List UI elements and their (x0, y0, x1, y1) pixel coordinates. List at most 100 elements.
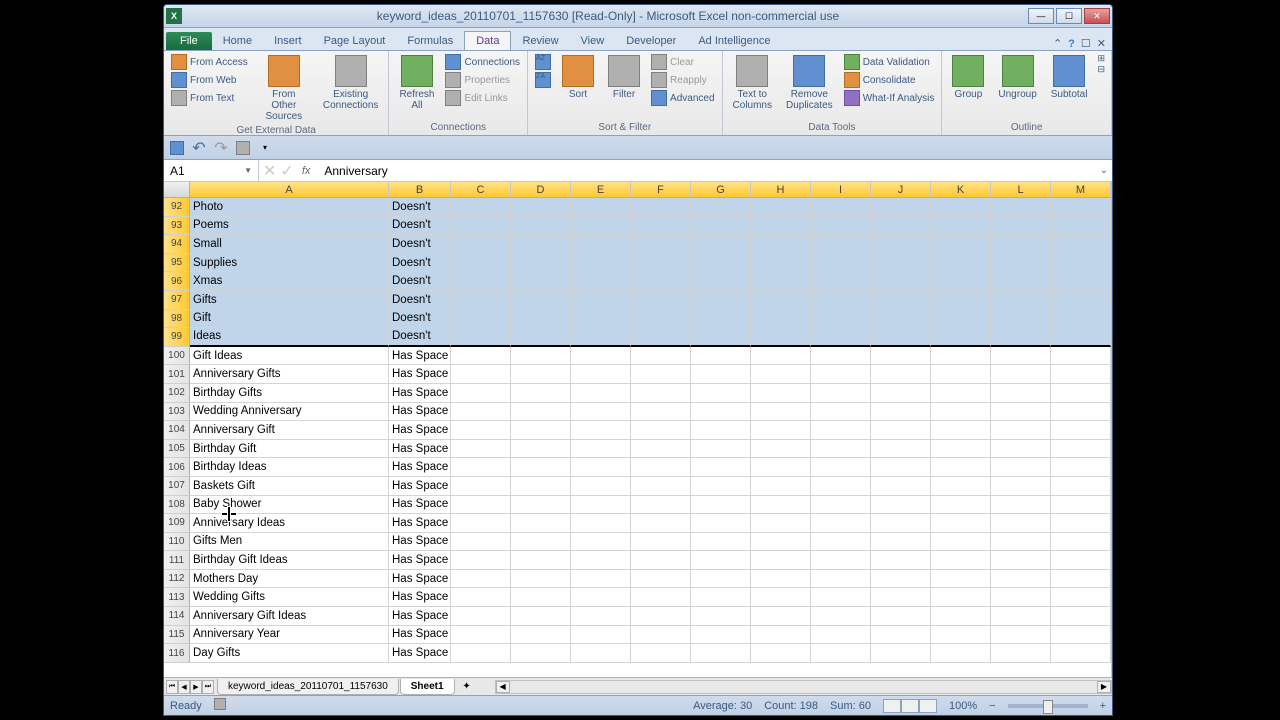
cell-K108[interactable] (931, 496, 991, 515)
cell-C116[interactable] (451, 644, 511, 663)
close-button[interactable]: ✕ (1084, 8, 1110, 24)
cell-H98[interactable] (751, 310, 811, 329)
cell-A116[interactable]: Day Gifts (190, 644, 389, 663)
cell-M107[interactable] (1051, 477, 1111, 496)
cell-A97[interactable]: Gifts (190, 291, 389, 310)
cell-F109[interactable] (631, 514, 691, 533)
cell-B97[interactable]: Doesn't (389, 291, 451, 310)
tab-developer[interactable]: Developer (615, 32, 687, 50)
from-other-sources-button[interactable]: From Other Sources (253, 53, 315, 124)
cell-L101[interactable] (991, 365, 1051, 384)
tab-insert[interactable]: Insert (263, 32, 313, 50)
cell-L98[interactable] (991, 310, 1051, 329)
cell-I103[interactable] (811, 403, 871, 422)
cell-F115[interactable] (631, 626, 691, 645)
cell-C92[interactable] (451, 198, 511, 217)
row-header-103[interactable]: 103 (164, 403, 190, 422)
cell-H93[interactable] (751, 217, 811, 236)
cell-A92[interactable]: Photo (190, 198, 389, 217)
cell-B93[interactable]: Doesn't (389, 217, 451, 236)
cell-F100[interactable] (631, 347, 691, 366)
cell-H104[interactable] (751, 421, 811, 440)
hscroll-left-icon[interactable]: ◀ (496, 681, 510, 693)
cell-M94[interactable] (1051, 235, 1111, 254)
cell-M104[interactable] (1051, 421, 1111, 440)
cell-J114[interactable] (871, 607, 931, 626)
view-layout-button[interactable] (901, 699, 919, 713)
cell-M106[interactable] (1051, 458, 1111, 477)
cell-J94[interactable] (871, 235, 931, 254)
cell-B106[interactable]: Has Space (389, 458, 451, 477)
cell-M96[interactable] (1051, 272, 1111, 291)
cell-L99[interactable] (991, 328, 1051, 347)
cell-H96[interactable] (751, 272, 811, 291)
cell-G105[interactable] (691, 440, 751, 459)
consolidate-button[interactable]: Consolidate (841, 71, 938, 89)
cell-I95[interactable] (811, 254, 871, 273)
cell-B113[interactable]: Has Space (389, 588, 451, 607)
cell-I102[interactable] (811, 384, 871, 403)
cell-M98[interactable] (1051, 310, 1111, 329)
row-header-97[interactable]: 97 (164, 291, 190, 310)
tab-ad-intelligence[interactable]: Ad Intelligence (687, 32, 781, 50)
column-header-G[interactable]: G (691, 182, 751, 197)
view-normal-button[interactable] (883, 699, 901, 713)
cell-L96[interactable] (991, 272, 1051, 291)
cell-A102[interactable]: Birthday Gifts (190, 384, 389, 403)
cell-M97[interactable] (1051, 291, 1111, 310)
cell-G114[interactable] (691, 607, 751, 626)
cell-C99[interactable] (451, 328, 511, 347)
cell-M93[interactable] (1051, 217, 1111, 236)
cell-H99[interactable] (751, 328, 811, 347)
minimize-button[interactable]: — (1028, 8, 1054, 24)
cell-J110[interactable] (871, 533, 931, 552)
cell-G113[interactable] (691, 588, 751, 607)
cell-F113[interactable] (631, 588, 691, 607)
cell-K98[interactable] (931, 310, 991, 329)
cell-K93[interactable] (931, 217, 991, 236)
sort-za-button[interactable]: ZA (532, 71, 554, 89)
cell-K97[interactable] (931, 291, 991, 310)
cell-L92[interactable] (991, 198, 1051, 217)
column-header-C[interactable]: C (451, 182, 511, 197)
cell-K99[interactable] (931, 328, 991, 347)
cell-A106[interactable]: Birthday Ideas (190, 458, 389, 477)
cell-F112[interactable] (631, 570, 691, 589)
cell-J97[interactable] (871, 291, 931, 310)
cell-A99[interactable]: Ideas (190, 328, 389, 347)
cell-K103[interactable] (931, 403, 991, 422)
cell-H107[interactable] (751, 477, 811, 496)
cell-H109[interactable] (751, 514, 811, 533)
cell-M108[interactable] (1051, 496, 1111, 515)
cell-C100[interactable] (451, 347, 511, 366)
cell-I98[interactable] (811, 310, 871, 329)
cell-K112[interactable] (931, 570, 991, 589)
cell-J103[interactable] (871, 403, 931, 422)
cell-H97[interactable] (751, 291, 811, 310)
subtotal-button[interactable]: Subtotal (1045, 53, 1094, 102)
cell-B100[interactable]: Has Space (389, 347, 451, 366)
cell-B105[interactable]: Has Space (389, 440, 451, 459)
cell-J111[interactable] (871, 551, 931, 570)
cell-K104[interactable] (931, 421, 991, 440)
cell-A104[interactable]: Anniversary Gift (190, 421, 389, 440)
cell-B114[interactable]: Has Space (389, 607, 451, 626)
horizontal-scrollbar[interactable]: ◀ ▶ (495, 680, 1112, 694)
cell-L105[interactable] (991, 440, 1051, 459)
cell-B101[interactable]: Has Space (389, 365, 451, 384)
cell-F97[interactable] (631, 291, 691, 310)
column-header-B[interactable]: B (389, 182, 451, 197)
cell-G101[interactable] (691, 365, 751, 384)
cell-L93[interactable] (991, 217, 1051, 236)
cell-C93[interactable] (451, 217, 511, 236)
cell-I109[interactable] (811, 514, 871, 533)
maximize-button[interactable]: ☐ (1056, 8, 1082, 24)
cell-E111[interactable] (571, 551, 631, 570)
cell-J115[interactable] (871, 626, 931, 645)
formula-expand-icon[interactable]: ⌄ (1096, 165, 1112, 176)
cell-F108[interactable] (631, 496, 691, 515)
cell-J92[interactable] (871, 198, 931, 217)
cell-C109[interactable] (451, 514, 511, 533)
cell-D114[interactable] (511, 607, 571, 626)
cell-G96[interactable] (691, 272, 751, 291)
